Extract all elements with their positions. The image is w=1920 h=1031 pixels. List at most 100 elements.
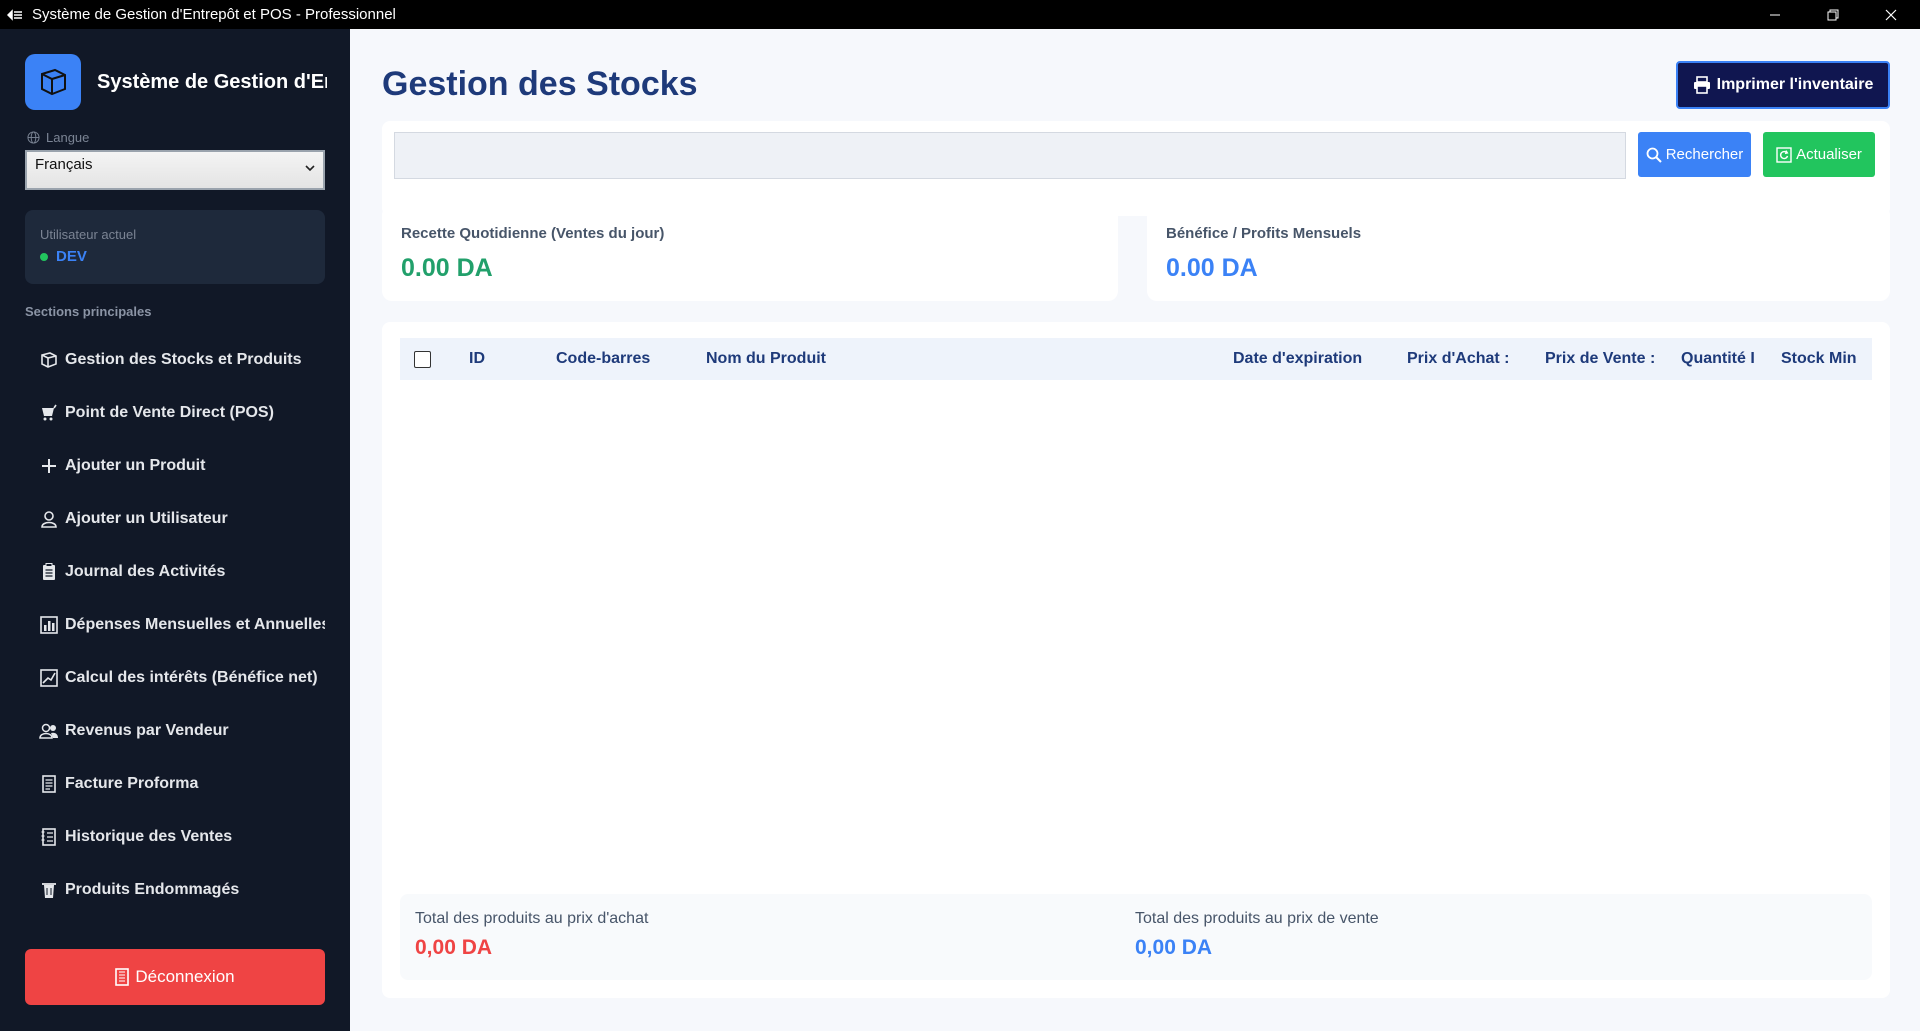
sidebar-item-vendor-revenue[interactable]: Revenus par Vendeur <box>25 704 325 757</box>
sidebar-item-sales-history[interactable]: Historique des Ventes <box>25 810 325 863</box>
inventory-table-panel: ID Code-barres Nom du Produit Date d'exp… <box>382 322 1890 998</box>
logout-button[interactable]: Déconnexion <box>25 949 325 1005</box>
language-select-value: Français <box>35 156 93 173</box>
column-header-product-name[interactable]: Nom du Produit <box>706 338 826 380</box>
sale-total-value: 0,00 DA <box>1135 936 1213 959</box>
sidebar-item-label: Dépenses Mensuelles et Annuelles <box>65 615 325 633</box>
monthly-profit-label: Bénéfice / Profits Mensuels <box>1166 225 1362 242</box>
daily-revenue-card: Recette Quotidienne (Ventes du jour) 0.0… <box>382 205 1118 301</box>
print-inventory-button[interactable]: Imprimer l'inventaire <box>1676 61 1890 109</box>
sidebar-item-activity-log[interactable]: Journal des Activités <box>25 545 325 598</box>
sidebar-item-add-user[interactable]: Ajouter un Utilisateur <box>25 492 325 545</box>
sidebar-nav: Gestion des Stocks et Produits Point de … <box>25 333 325 916</box>
language-label-text: Langue <box>46 130 90 145</box>
box-icon <box>39 350 59 370</box>
table-header: ID Code-barres Nom du Produit Date d'exp… <box>400 338 1872 380</box>
chart-line-icon <box>39 668 59 688</box>
brand: Système de Gestion d'Entrepôt et POS <box>25 54 327 110</box>
online-status-dot <box>40 252 48 261</box>
language-select[interactable]: Français <box>25 150 325 190</box>
window-title: Système de Gestion d'Entrepôt et POS - P… <box>32 6 396 23</box>
users-icon <box>39 721 59 741</box>
current-user-name: DEV <box>56 248 87 265</box>
refresh-button-label: Actualiser <box>1796 146 1862 163</box>
sidebar-item-add-product[interactable]: Ajouter un Produit <box>25 439 325 492</box>
trash-icon <box>39 880 59 900</box>
sidebar-item-label: Ajouter un Produit <box>65 456 206 474</box>
column-header-expiry-date[interactable]: Date d'expiration <box>1233 338 1362 380</box>
search-icon <box>1646 147 1662 163</box>
minimize-button[interactable] <box>1746 0 1804 29</box>
globe-icon <box>27 131 40 144</box>
restore-icon <box>1827 9 1839 20</box>
purchase-total: Total des produits au prix d'achat 0,00 … <box>415 910 648 960</box>
print-inventory-label: Imprimer l'inventaire <box>1716 76 1874 93</box>
monthly-profit-value: 0.00 DA <box>1166 254 1258 282</box>
sidebar-item-label: Produits Endommagés <box>65 880 240 898</box>
section-title: Sections principales <box>25 304 152 319</box>
cart-icon <box>39 403 59 423</box>
bar-chart-icon <box>39 615 59 635</box>
daily-revenue-value: 0.00 DA <box>401 254 493 282</box>
chevron-down-icon <box>305 165 315 172</box>
sidebar: Système de Gestion d'Entrepôt et POS Lan… <box>0 29 350 1031</box>
column-header-id[interactable]: ID <box>469 338 485 380</box>
user-icon <box>39 509 59 529</box>
sidebar-item-label: Point de Vente Direct (POS) <box>65 403 274 421</box>
search-button-label: Rechercher <box>1665 146 1744 163</box>
refresh-button[interactable]: Actualiser <box>1763 132 1875 177</box>
language-label: Langue <box>27 130 89 145</box>
sidebar-item-label: Revenus par Vendeur <box>65 721 229 739</box>
minimize-icon <box>1770 14 1780 15</box>
document-icon <box>39 774 59 794</box>
monthly-profit-card: Bénéfice / Profits Mensuels 0.00 DA <box>1147 205 1890 301</box>
page-title: Gestion des Stocks <box>382 65 698 103</box>
refresh-icon <box>1776 146 1792 163</box>
sidebar-item-stock[interactable]: Gestion des Stocks et Produits <box>25 333 325 386</box>
sidebar-item-damaged[interactable]: Produits Endommagés <box>25 863 325 916</box>
column-header-sale-price[interactable]: Prix de Vente : <box>1545 338 1655 380</box>
plus-icon <box>39 456 59 476</box>
sidebar-item-label: Facture Proforma <box>65 774 199 792</box>
sidebar-item-label: Gestion des Stocks et Produits <box>65 350 302 368</box>
brand-name: Système de Gestion d'Entrepôt et POS <box>97 70 327 93</box>
sidebar-item-label: Historique des Ventes <box>65 827 233 845</box>
app-icon <box>6 6 24 24</box>
sidebar-item-expenses[interactable]: Dépenses Mensuelles et Annuelles <box>25 598 325 651</box>
sidebar-item-pos[interactable]: Point de Vente Direct (POS) <box>25 386 325 439</box>
totals-panel: Total des produits au prix d'achat 0,00 … <box>400 894 1872 980</box>
restore-button[interactable] <box>1804 0 1862 29</box>
sidebar-item-interest[interactable]: Calcul des intérêts (Bénéfice net) <box>25 651 325 704</box>
door-icon <box>115 968 130 986</box>
window-titlebar: Système de Gestion d'Entrepôt et POS - P… <box>0 0 1920 29</box>
column-header-stock-min[interactable]: Stock Min <box>1781 338 1857 380</box>
select-all-checkbox[interactable] <box>414 338 431 380</box>
purchase-total-label: Total des produits au prix d'achat <box>415 910 649 927</box>
column-header-purchase-price[interactable]: Prix d'Achat : <box>1407 338 1510 380</box>
purchase-total-value: 0,00 DA <box>415 936 493 959</box>
current-user-card: Utilisateur actuel DEV <box>25 210 325 284</box>
sidebar-item-label: Journal des Activités <box>65 562 226 580</box>
printer-icon <box>1693 76 1710 94</box>
column-header-barcode[interactable]: Code-barres <box>556 338 650 380</box>
current-user-label: Utilisateur actuel <box>40 227 137 242</box>
close-button[interactable] <box>1862 0 1920 29</box>
ledger-icon <box>39 827 59 847</box>
daily-revenue-label: Recette Quotidienne (Ventes du jour) <box>401 225 665 242</box>
sidebar-item-label: Ajouter un Utilisateur <box>65 509 228 527</box>
box-logo-icon <box>25 54 81 110</box>
current-user-name-row: DEV <box>40 248 310 265</box>
logout-label: Déconnexion <box>135 967 235 986</box>
checkbox-box <box>414 350 431 368</box>
search-input[interactable] <box>394 132 1626 179</box>
sale-total-label: Total des produits au prix de vente <box>1135 910 1379 927</box>
close-icon <box>1885 9 1897 20</box>
sale-total: Total des produits au prix de vente 0,00… <box>1135 910 1379 960</box>
search-button[interactable]: Rechercher <box>1638 132 1751 177</box>
search-panel: Rechercher Actualiser <box>382 121 1890 216</box>
sidebar-item-label: Calcul des intérêts (Bénéfice net) <box>65 668 318 686</box>
sidebar-item-proforma[interactable]: Facture Proforma <box>25 757 325 810</box>
clipboard-icon <box>39 562 59 582</box>
main-content: Gestion des Stocks Imprimer l'inventaire… <box>350 29 1920 1031</box>
column-header-quantity[interactable]: Quantité I <box>1681 338 1755 380</box>
